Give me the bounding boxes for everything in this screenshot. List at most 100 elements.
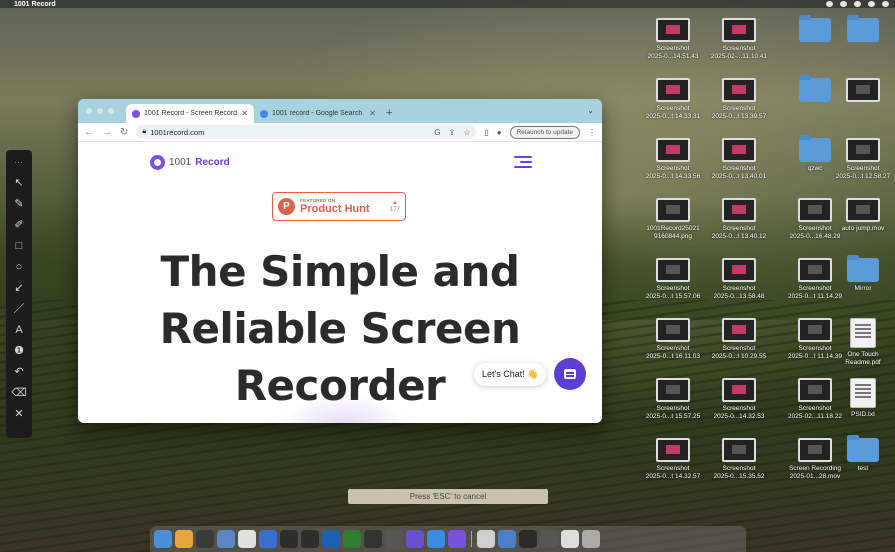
desktop-icon[interactable] (830, 15, 895, 45)
desktop-icon[interactable]: Screenshot 2025-0...t 16.11.03 (640, 318, 706, 360)
desktop-icon[interactable]: Screenshot 2025-0...t 14.33.31 (640, 78, 706, 120)
desktop-icon[interactable]: Screenshot 2025-0...t 13.40.12 (706, 198, 772, 240)
annotation-tool-icon[interactable]: ✎ (10, 196, 28, 213)
close-window-button[interactable] (86, 108, 92, 114)
tab-google-search[interactable]: 1001 record - Google Search ✕ (254, 104, 382, 123)
desktop-icon[interactable]: Screenshot 2025-0...t 14.33.56 (640, 138, 706, 180)
annotation-tool-icon[interactable]: ↖ (10, 175, 28, 192)
dock-app-icon[interactable] (238, 530, 256, 548)
annotation-tool-icon[interactable]: ✕ (10, 406, 28, 423)
close-tab-icon[interactable]: ✕ (241, 109, 248, 118)
dock-app-icon[interactable] (427, 530, 445, 548)
new-tab-button[interactable]: + (386, 107, 392, 119)
toolbar-drag-handle[interactable]: ⋯ (10, 154, 28, 171)
desktop-icon[interactable]: Screenshot 2025-0...14.51.43 (640, 18, 706, 60)
product-hunt-badge[interactable]: P FEATURED ON Product Hunt ▲ 177 (272, 192, 406, 221)
desktop-icon[interactable]: auto jump.mov (830, 198, 895, 233)
desktop-icon[interactable]: Screenshot 2025-02-...11.10.41 (706, 18, 772, 60)
dock-app-icon[interactable] (175, 530, 193, 548)
desktop-icon-label: Screenshot 2025-0...t 10.29.55 (711, 345, 767, 360)
file-thumbnail-icon (798, 198, 832, 222)
annotation-tool-icon[interactable]: A (10, 322, 28, 339)
desktop-icon[interactable]: Screenshot 2025-0...t 10.29.55 (706, 318, 772, 360)
desktop-icon[interactable]: Screenshot 2025-0...t 15.57.06 (640, 258, 706, 300)
annotation-tool-icon[interactable]: ／ (10, 301, 28, 318)
dock-app-icon[interactable] (519, 530, 537, 548)
minimize-window-button[interactable] (97, 108, 103, 114)
url-text: 1001record.com (150, 127, 205, 137)
desktop-icon[interactable] (830, 78, 895, 105)
dock-app-icon[interactable] (259, 530, 277, 548)
desktop-icon[interactable]: Screenshot 2025-0...13.58.48 (706, 258, 772, 300)
share-icon[interactable]: ⇪ (448, 128, 455, 137)
dock-app-icon[interactable] (582, 530, 600, 548)
google-lens-icon[interactable]: G (434, 128, 440, 137)
chat-prompt[interactable]: Let's Chat! 👋 (474, 363, 547, 386)
close-tab-icon[interactable]: ✕ (369, 109, 376, 118)
more-menu-icon[interactable]: ⋮ (588, 128, 596, 137)
sidepanel-icon[interactable]: ▯ (484, 128, 488, 137)
dock-app-icon[interactable] (154, 530, 172, 548)
forward-icon[interactable]: → (102, 127, 112, 138)
desktop-icon[interactable]: 1001Record25021 9160844.png (640, 198, 706, 240)
bookmark-star-icon[interactable]: ☆ (463, 128, 470, 137)
desktop-icon[interactable]: One Touch Readme.pdf (830, 318, 895, 366)
file-thumbnail-icon (722, 378, 756, 402)
desktop-icon[interactable]: Mirror (830, 255, 895, 293)
site-logo[interactable]: 1001 Record (150, 155, 230, 170)
status-icon[interactable] (840, 1, 847, 7)
dock-app-icon[interactable] (196, 530, 214, 548)
reload-icon[interactable]: ↻ (120, 127, 128, 138)
dock-app-icon[interactable] (498, 530, 516, 548)
desktop-icon[interactable]: Screenshot 2025-0...t 15.57.25 (640, 378, 706, 420)
annotation-tool-icon[interactable]: ○ (10, 259, 28, 276)
upvote-triangle-icon: ▲ (392, 199, 398, 206)
dock-app-icon[interactable] (217, 530, 235, 548)
search-icon[interactable] (882, 1, 889, 7)
dock-separator (471, 531, 472, 547)
desktop-icon[interactable]: Screenshot 2025-0...t 14.32.57 (640, 438, 706, 480)
desktop-icon[interactable]: Screenshot 2025-0...t 13.40.01 (706, 138, 772, 180)
status-icon[interactable] (854, 1, 861, 7)
desktop-icon-label: Screenshot 2025-0...13.58.48 (713, 285, 765, 300)
headline-line: The Simple and (160, 247, 520, 296)
address-bar[interactable]: 🔒︎ 1001record.com G ⇪ ☆ (136, 125, 477, 139)
dock-app-icon[interactable] (540, 530, 558, 548)
menu-app-name[interactable]: 1001 Record (14, 1, 56, 8)
annotation-tool-icon[interactable]: ✐ (10, 217, 28, 234)
dock-app-icon[interactable] (477, 530, 495, 548)
desktop-icon[interactable]: test (830, 435, 895, 473)
tab-1001-record[interactable]: 1001 Record - Screen Recordi ✕ (126, 104, 254, 123)
annotation-tool-icon[interactable]: ↶ (10, 364, 28, 381)
dock-app-icon[interactable] (364, 530, 382, 548)
dock-app-icon[interactable] (561, 530, 579, 548)
status-icon[interactable] (826, 1, 833, 7)
annotation-tool-icon[interactable]: □ (10, 238, 28, 255)
dock-app-icon[interactable] (385, 530, 403, 548)
desktop-icon[interactable]: Screenshot 2025-0...14.32.53 (706, 378, 772, 420)
dock-app-icon[interactable] (322, 530, 340, 548)
profile-icon[interactable]: ● (497, 128, 502, 137)
dock-app-icon[interactable] (301, 530, 319, 548)
zoom-window-button[interactable] (108, 108, 114, 114)
window-controls (86, 108, 114, 114)
relaunch-button[interactable]: Relaunch to update (509, 125, 580, 139)
dock-app-icon[interactable] (448, 530, 466, 548)
hamburger-menu-icon[interactable] (514, 156, 532, 168)
annotation-tool-icon[interactable]: ⌫ (10, 385, 28, 402)
dock-app-icon[interactable] (406, 530, 424, 548)
back-icon[interactable]: ← (84, 127, 94, 138)
file-thumbnail-icon (722, 258, 756, 282)
annotation-tool-icon[interactable]: ↙ (10, 280, 28, 297)
wifi-icon[interactable] (868, 1, 875, 7)
file-thumbnail-icon (846, 198, 880, 222)
dock-app-icon[interactable] (280, 530, 298, 548)
annotation-tool-icon[interactable]: ❶ (10, 343, 28, 360)
tab-search-chevron-icon[interactable]: ⌄ (587, 106, 594, 115)
desktop-icon[interactable]: Screenshot 2025-0...t 12.58.27 (830, 138, 895, 180)
desktop-icon[interactable]: Screenshot 2025-0...15.35.52 (706, 438, 772, 480)
desktop-icon[interactable]: PSID.txt (830, 378, 895, 419)
chat-button[interactable] (554, 358, 586, 390)
desktop-icon[interactable]: Screenshot 2025-0...t 13.39.57 (706, 78, 772, 120)
dock-app-icon[interactable] (343, 530, 361, 548)
